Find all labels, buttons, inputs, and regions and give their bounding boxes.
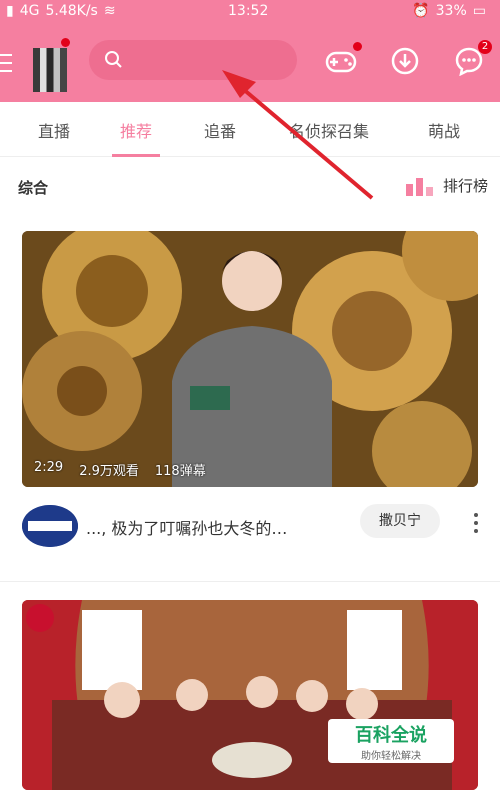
search-input[interactable] [133, 48, 287, 74]
ranking-icon [405, 177, 433, 196]
tab-live[interactable]: 直播 [38, 118, 70, 142]
signal-icon: ▮ [6, 3, 14, 19]
wifi-icon: ≋ [103, 3, 116, 19]
section-title[interactable]: 综合 [18, 177, 48, 198]
video-thumbnail-2[interactable]: 百科全说 助你轻松解决 [22, 600, 478, 790]
message-badge: 2 [478, 40, 492, 54]
video-danmaku-count: 118弹幕 [154, 464, 206, 479]
download-icon[interactable] [390, 46, 420, 76]
video-views: 2.9万观看 [79, 464, 139, 479]
ranking-label: 排行榜 [442, 177, 488, 195]
more-options-icon[interactable] [472, 513, 478, 533]
status-bar: ▮ 4G 5.48K/s ≋ 13:52 ⏰ 33% ▭ [0, 0, 500, 24]
avatar-notification-dot [61, 38, 70, 47]
video-stats-overlay: 2:29 2.9万观看 118弹幕 [34, 460, 206, 479]
tab-recommend[interactable]: 推荐 [120, 118, 152, 142]
ranking-link[interactable]: 排行榜 [405, 175, 488, 196]
video-meta-1: ..., 极为了叮嘱孙也大冬的… 撒贝宁 [22, 493, 478, 557]
network-type: 4G [19, 3, 40, 19]
watermark-title: 百科全说 [355, 725, 427, 746]
video-duration: 2:29 [34, 460, 64, 475]
search-bar[interactable] [89, 40, 297, 80]
user-avatar[interactable] [33, 48, 67, 92]
search-icon [105, 51, 122, 68]
app-header: 2 [0, 24, 500, 102]
game-notification-dot [353, 42, 362, 51]
tab-detective[interactable]: 名侦探召集 [289, 118, 369, 142]
video-thumbnail-1[interactable]: 2:29 2.9万观看 118弹幕 [22, 231, 478, 487]
network-speed: 5.48K/s [45, 3, 98, 19]
video-title[interactable]: ..., 极为了叮嘱孙也大冬的… [86, 515, 287, 539]
watermark-badge: 百科全说 助你轻松解决 [328, 719, 454, 763]
channel-tabs: 直播 推荐 追番 名侦探召集 萌战 [0, 102, 500, 157]
video-thumbnail-image-1 [22, 231, 478, 487]
status-left: ▮ 4G 5.48K/s ≋ [6, 3, 116, 19]
uploader-tag-button[interactable]: 撒贝宁 [360, 504, 440, 538]
section-header: 综合 排行榜 [0, 157, 500, 217]
card-divider [0, 581, 500, 582]
battery-level: 33% [435, 3, 467, 19]
battery-icon: ▭ [472, 3, 486, 19]
menu-icon[interactable] [0, 54, 12, 72]
tab-moe-battle[interactable]: 萌战 [428, 118, 460, 142]
uploader-avatar[interactable] [22, 505, 78, 547]
status-right: ⏰ 33% ▭ [412, 3, 486, 19]
alarm-icon: ⏰ [412, 3, 430, 19]
tab-following-anime[interactable]: 追番 [204, 118, 236, 142]
game-center-icon[interactable] [325, 48, 357, 76]
clock: 13:52 [228, 3, 269, 19]
watermark-subtitle: 助你轻松解决 [361, 751, 421, 762]
uploader-logo-icon [22, 505, 78, 547]
